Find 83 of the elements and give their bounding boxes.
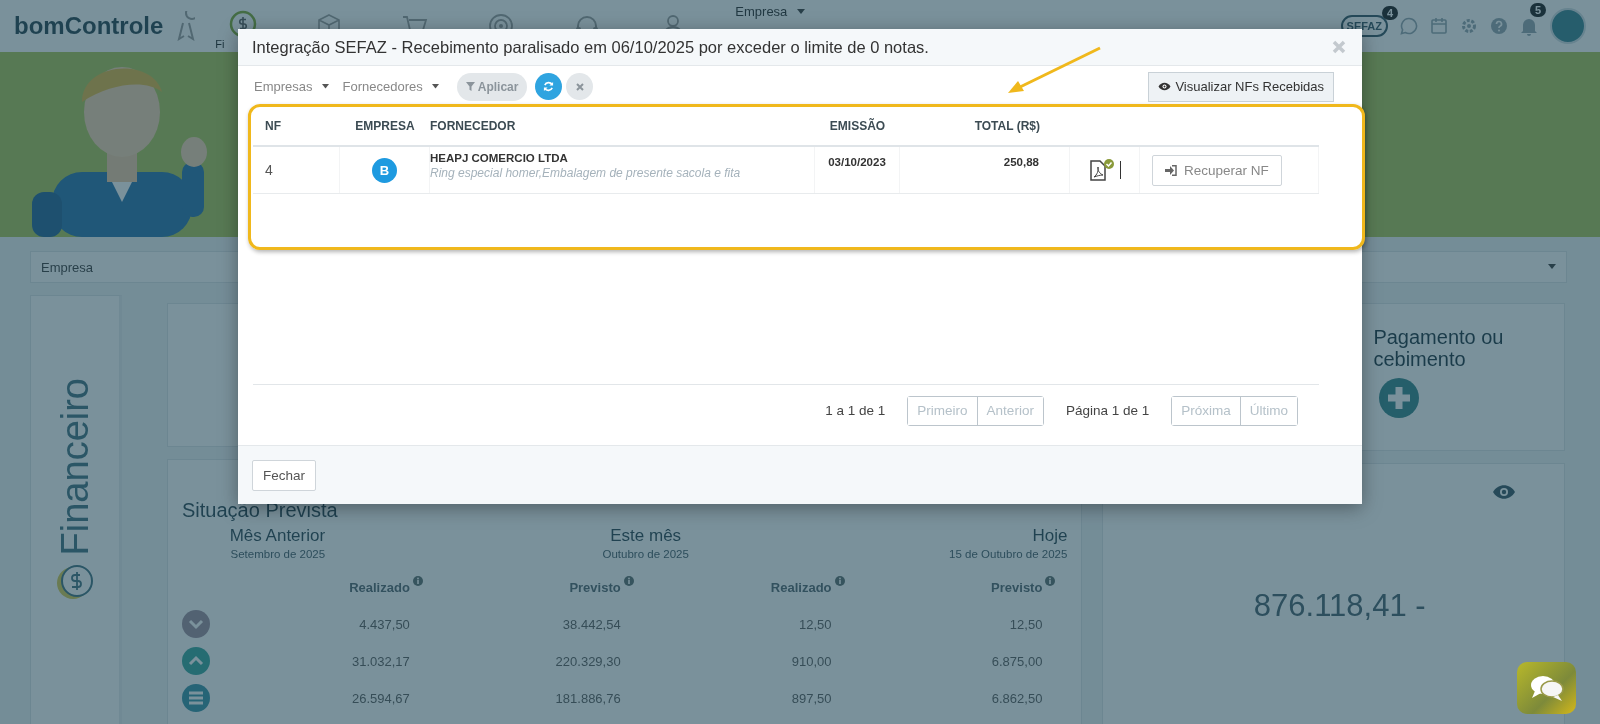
- table-cell-text: 897,50: [790, 690, 833, 706]
- ribbon-icon: [177, 11, 196, 41]
- period-name: Hoje: [1032, 526, 1068, 546]
- supplier-name: HEAPJ COMERCIO LTDA: [430, 152, 568, 164]
- speech-bubbles-icon: [1528, 674, 1565, 702]
- column-header: Realizado: [349, 579, 410, 595]
- eye-icon: [1158, 82, 1172, 91]
- period-date: Setembro de 2025: [230, 548, 326, 560]
- items-text: Ring especial homer,Embalagem de presente sacola e fita: [430, 166, 741, 180]
- table-cell-text: 26.594,67: [351, 690, 411, 706]
- logo[interactable]: bomControle: [14, 12, 164, 40]
- filter-dropdown[interactable]: Fornecedores: [342, 79, 445, 94]
- settings-icon[interactable]: [1460, 17, 1478, 35]
- close-icon[interactable]: [1332, 40, 1346, 54]
- info-icon[interactable]: [834, 576, 845, 586]
- column-header: Previsto: [569, 579, 621, 595]
- help-icon[interactable]: [1490, 17, 1508, 35]
- table-cell-text: 4.437,50: [358, 616, 411, 632]
- column-header: NF: [264, 119, 282, 133]
- calendar-icon[interactable]: [1430, 17, 1448, 35]
- column-header: EMPRESA: [354, 119, 416, 133]
- clear-button[interactable]: [566, 73, 594, 100]
- eye-icon[interactable]: [1492, 484, 1516, 500]
- table-cell-text: 220.329,30: [554, 653, 622, 669]
- count-badge: 5: [1529, 3, 1546, 17]
- page-text: Página 1 de 1: [1065, 403, 1150, 418]
- table-cell-text: 181.886,76: [554, 690, 622, 706]
- chat-button[interactable]: [1517, 662, 1576, 714]
- table-cell-text: 910,00: [790, 653, 833, 669]
- chevron-down-icon[interactable]: [182, 610, 210, 638]
- info-icon[interactable]: [623, 576, 634, 586]
- close-button[interactable]: Fechar: [252, 459, 317, 491]
- chevron-up-icon[interactable]: [182, 647, 210, 675]
- info-icon[interactable]: [412, 576, 423, 586]
- table-cell-text: 6.862,50: [990, 690, 1044, 706]
- caret-icon: [797, 8, 806, 15]
- period-name: Mês Anterior: [229, 526, 326, 546]
- table-cell-text: 12,50: [1008, 616, 1044, 632]
- column-header: TOTAL (R$): [973, 119, 1041, 133]
- table-cell: 250,88: [900, 147, 1070, 193]
- balance-value: 876.118,41 -: [1253, 588, 1426, 624]
- count-badge: 4: [1381, 6, 1398, 20]
- card-title: Pagamento ou: [1373, 326, 1505, 348]
- column-header: EMISSÃO: [828, 119, 887, 133]
- bell-icon[interactable]: [1520, 16, 1538, 36]
- caret-icon: [431, 84, 439, 89]
- close-icon: [575, 82, 584, 91]
- period-date: Outubro de 2025: [602, 548, 689, 560]
- table-cell-text: 12,50: [798, 616, 833, 632]
- filter-dropdown[interactable]: Empresas: [254, 79, 335, 94]
- chat-icon[interactable]: [1400, 17, 1418, 35]
- list-icon[interactable]: [182, 684, 210, 712]
- column-header: Realizado: [770, 579, 832, 595]
- company-menu[interactable]: Empresa: [735, 4, 806, 19]
- card-title: cebimento: [1373, 348, 1467, 370]
- column-header: FORNECEDOR: [430, 119, 517, 133]
- table-cell-text: 6.875,00: [990, 653, 1044, 669]
- column-header: Previsto: [991, 579, 1043, 595]
- caret-icon: [1548, 264, 1556, 270]
- filter-icon: [465, 82, 475, 91]
- period-date: 15 de Outubro de 2025: [949, 548, 1068, 560]
- refresh-button[interactable]: [535, 73, 563, 100]
- avatar[interactable]: [1550, 8, 1586, 44]
- recover-button[interactable]: Recuperar NF: [1152, 154, 1282, 186]
- view-received-button[interactable]: Visualizar NFs Recebidas: [1148, 71, 1334, 102]
- nav-label[interactable]: Fi: [215, 38, 225, 50]
- login-icon: [1165, 164, 1177, 176]
- card-title: Situação Prevista: [182, 499, 338, 521]
- caret-icon: [321, 84, 329, 89]
- section-title: Financeiro: [53, 378, 97, 556]
- table-cell-text: 31.032,17: [351, 653, 411, 669]
- dialog-title: Integração SEFAZ - Recebimento paralisado em 06/10/2025 por exceder o limite de 0 notas.: [252, 37, 929, 57]
- table-cell-text: 38.442,54: [561, 616, 622, 632]
- table-cell: 4: [253, 147, 340, 193]
- refresh-icon: [543, 81, 555, 92]
- info-icon[interactable]: [1045, 576, 1056, 586]
- range-text: 1 a 1 de 1: [825, 403, 886, 418]
- period-name: Este mês: [610, 526, 682, 546]
- table-cell: 03/10/2023: [815, 147, 900, 193]
- apply-button[interactable]: Aplicar: [456, 72, 528, 101]
- add-icon[interactable]: [1379, 378, 1420, 418]
- company-badge: B: [372, 157, 397, 183]
- pdf-checked-icon[interactable]: [1088, 158, 1116, 182]
